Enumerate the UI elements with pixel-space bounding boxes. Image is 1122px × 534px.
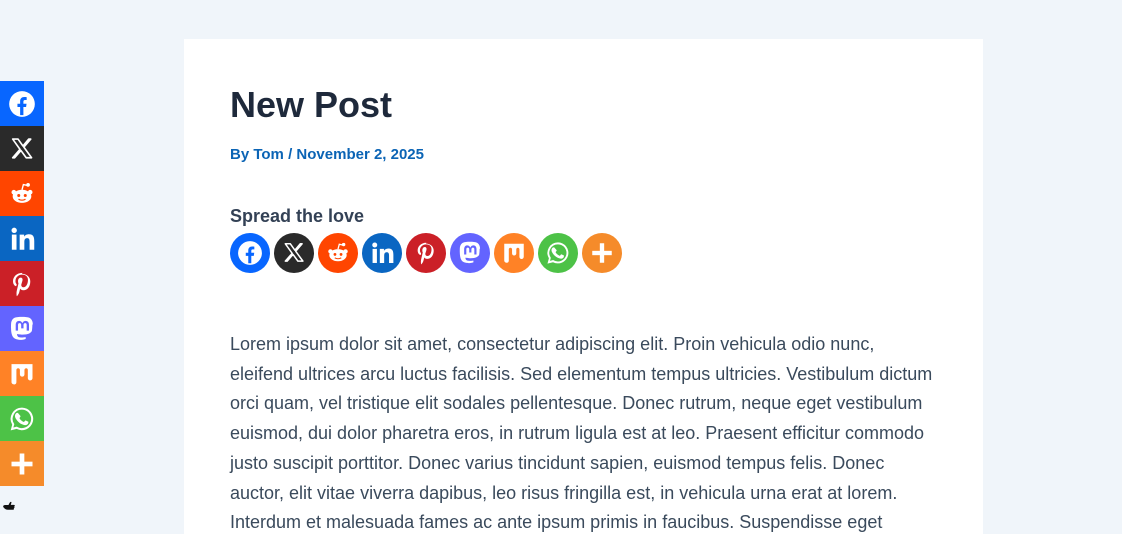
side-share-mastodon-button[interactable] bbox=[0, 306, 44, 351]
post-meta: By Tom / November 2, 2025 bbox=[230, 146, 424, 163]
linkedin-icon bbox=[372, 242, 394, 263]
more-icon bbox=[11, 453, 33, 474]
share-mix-button[interactable] bbox=[494, 233, 534, 273]
side-share-pinterest-button[interactable] bbox=[0, 261, 44, 306]
more-icon bbox=[592, 243, 612, 263]
side-share-reddit-button[interactable] bbox=[0, 171, 44, 216]
meta-separator: / bbox=[283, 146, 297, 163]
share-bar-toggle[interactable] bbox=[2, 499, 16, 513]
mastodon-icon bbox=[459, 241, 481, 264]
share-more-button[interactable] bbox=[582, 233, 622, 273]
whatsapp-icon bbox=[10, 407, 34, 430]
article-card: New Post By Tom / November 2, 2025 Sprea… bbox=[184, 39, 983, 534]
side-share-facebook-button[interactable] bbox=[0, 81, 44, 126]
share-facebook-button[interactable] bbox=[230, 233, 270, 273]
side-share-mix-button[interactable] bbox=[0, 351, 44, 396]
reddit-icon bbox=[11, 182, 33, 203]
x-icon bbox=[11, 137, 33, 159]
share-mastodon-button[interactable] bbox=[450, 233, 490, 273]
side-share-whatsapp-button[interactable] bbox=[0, 396, 44, 441]
x-icon bbox=[284, 243, 304, 262]
share-linkedin-button[interactable] bbox=[362, 233, 402, 273]
share-whatsapp-button[interactable] bbox=[538, 233, 578, 273]
linkedin-icon bbox=[11, 227, 35, 250]
pinterest-icon bbox=[13, 272, 31, 296]
post-title: New Post bbox=[230, 84, 393, 125]
side-share-linkedin-button[interactable] bbox=[0, 216, 44, 261]
facebook-icon bbox=[238, 241, 262, 265]
mix-icon bbox=[504, 243, 524, 263]
page: New Post By Tom / November 2, 2025 Sprea… bbox=[0, 0, 1122, 534]
share-reddit-button[interactable] bbox=[318, 233, 358, 273]
side-share-x-button[interactable] bbox=[0, 126, 44, 171]
share-pinterest-button[interactable] bbox=[406, 233, 446, 273]
mix-icon bbox=[11, 363, 33, 384]
post-body: Lorem ipsum dolor sit amet, consectetur … bbox=[230, 334, 933, 533]
hand-pointer-icon bbox=[3, 501, 15, 510]
reddit-icon bbox=[328, 242, 348, 262]
whatsapp-icon bbox=[547, 242, 569, 264]
author-link[interactable]: Tom bbox=[253, 146, 284, 163]
inline-share-buttons bbox=[230, 233, 622, 273]
facebook-icon bbox=[9, 90, 35, 117]
mastodon-icon bbox=[10, 316, 33, 340]
share-heading: Spread the love bbox=[230, 206, 365, 226]
author-prefix: By bbox=[230, 146, 254, 163]
side-share-more-button[interactable] bbox=[0, 441, 44, 486]
share-x-button[interactable] bbox=[274, 233, 314, 273]
pinterest-icon bbox=[417, 242, 434, 265]
post-date: November 2, 2025 bbox=[296, 146, 424, 163]
floating-share-bar bbox=[0, 81, 44, 486]
